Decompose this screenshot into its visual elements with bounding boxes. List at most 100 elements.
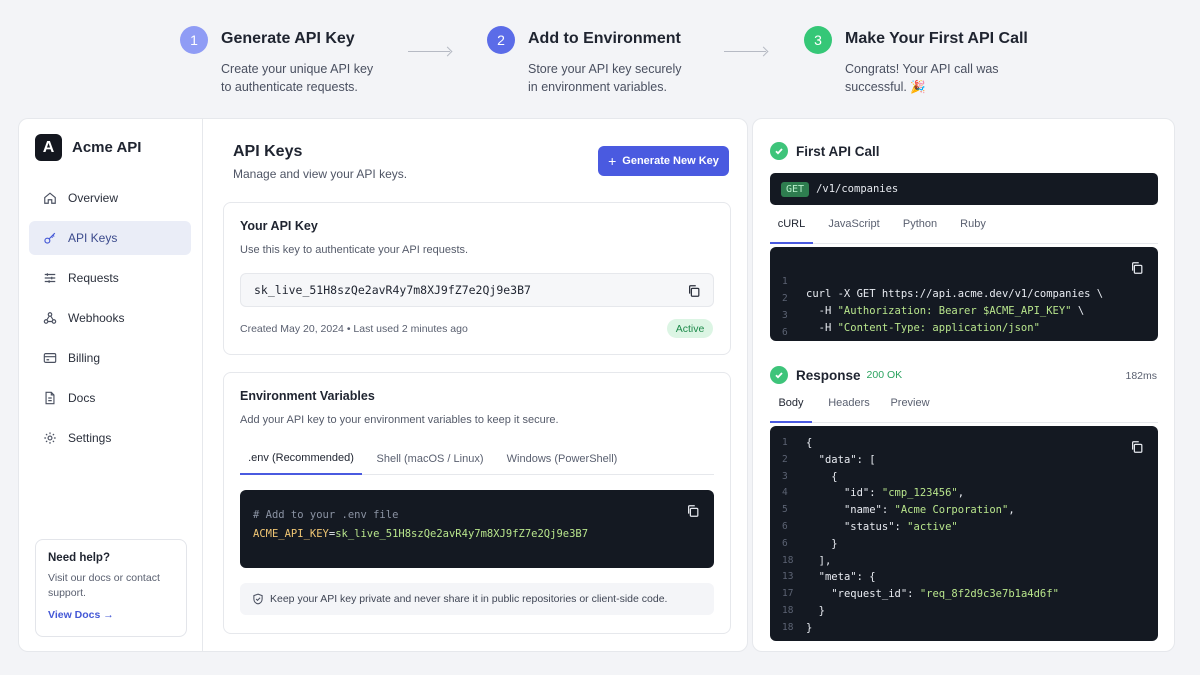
sidebar-item-settings[interactable]: Settings	[29, 421, 191, 455]
line-text: ],	[806, 554, 832, 567]
app-logo[interactable]: A Acme API	[35, 134, 141, 161]
sidebar-item-docs[interactable]: Docs	[29, 381, 191, 415]
tab-curl[interactable]: cURL	[770, 218, 813, 244]
security-note: Keep your API key private and never shar…	[240, 583, 714, 615]
line-text: }	[806, 537, 838, 550]
line-text: "status": "active"	[806, 521, 958, 533]
http-method-badge: GET	[781, 181, 810, 197]
first-call-title: First API Call	[796, 143, 880, 159]
code-line: 1 curl -X GET https://api.acme.dev/v1/co…	[770, 264, 1103, 300]
code-string: "req_8f2d9c3e7b1a4d6f"	[919, 588, 1059, 601]
code-token: }	[806, 621, 813, 634]
code-token: \	[1071, 305, 1085, 317]
env-code-block: # Add to your .env file ACME_API_KEY=sk_…	[240, 490, 714, 568]
line-number: 5	[782, 504, 788, 516]
line-text: }	[806, 622, 812, 634]
tab-headers[interactable]: Headers	[822, 397, 876, 423]
code-token: }	[806, 537, 838, 550]
line-text: {	[806, 471, 837, 483]
sidebar: A Acme API Overview API Keys Requests We…	[18, 118, 202, 652]
document-icon	[45, 391, 55, 405]
status-badge: Active	[667, 319, 713, 338]
credit-card-icon	[43, 353, 57, 363]
help-card: Need help? Visit our docs or contact sup…	[35, 539, 187, 637]
code-string: "Acme Corporation"	[894, 504, 1009, 517]
home-icon	[44, 192, 56, 204]
api-key-field[interactable]: sk_live_51H8szQe2avR4y7m8XJ9fZ7e2Qj9e3B7	[240, 273, 714, 307]
tab-body[interactable]: Body	[770, 397, 812, 423]
step-description: Store your API key securely in environme…	[528, 62, 682, 94]
line-number: 18	[782, 605, 794, 616]
step-title: Add to Environment	[528, 30, 681, 47]
code-key: "data"	[818, 453, 857, 466]
code-token: ],	[806, 554, 832, 567]
step-number: 1	[180, 26, 208, 54]
endpoint-bar: GET /v1/companies	[770, 173, 1158, 205]
copy-icon[interactable]	[687, 284, 701, 298]
code-string: "active"	[907, 521, 958, 533]
code-line: 6	[770, 315, 808, 338]
sidebar-item-label: Billing	[68, 351, 101, 365]
sidebar-item-label: Docs	[68, 391, 96, 405]
line-number: 3	[782, 470, 788, 482]
card-subtitle: Add your API key to your environment var…	[240, 414, 559, 426]
line-number: 2	[782, 453, 788, 465]
sidebar-item-billing[interactable]: Billing	[29, 341, 191, 375]
code-token: :	[907, 588, 920, 601]
line-text: "name": "Acme Corporation",	[806, 504, 1015, 516]
code-string: "Authorization: Bearer $ACME_API_KEY"	[837, 305, 1072, 317]
arrow-right-icon	[408, 51, 450, 52]
generate-button-label: Generate New Key	[622, 155, 719, 167]
tab-powershell[interactable]: Windows (PowerShell)	[502, 443, 622, 475]
onboarding-steps: 1 Generate API Key Create your unique AP…	[0, 24, 1200, 114]
line-number: 4	[782, 487, 788, 499]
tab-ruby[interactable]: Ruby	[952, 218, 994, 244]
code-token: :	[881, 504, 895, 517]
sidebar-item-label: Webhooks	[68, 311, 125, 325]
response-header: Response 200 OK	[770, 366, 902, 384]
endpoint-path: /v1/companies	[816, 183, 899, 195]
line-text: "meta": {	[806, 571, 876, 583]
check-circle-icon	[770, 142, 788, 160]
copy-icon[interactable]	[1130, 440, 1144, 454]
code-token: ,	[1008, 504, 1015, 517]
sidebar-item-requests[interactable]: Requests	[29, 261, 191, 295]
arrow-right-icon	[724, 51, 766, 52]
line-text: "request_id": "req_8f2d9c3e7b1a4d6f"	[806, 588, 1059, 600]
language-tabs: cURL JavaScript Python Ruby	[770, 218, 1158, 244]
sidebar-item-label: API Keys	[68, 231, 118, 245]
tab-env[interactable]: .env (Recommended)	[240, 443, 362, 475]
code-token: {	[806, 437, 813, 449]
webhook-icon	[43, 312, 57, 324]
code-token: : [	[856, 453, 876, 466]
copy-icon[interactable]	[1130, 261, 1144, 275]
generate-new-key-button[interactable]: + Generate New Key	[598, 146, 729, 176]
sidebar-item-webhooks[interactable]: Webhooks	[29, 301, 191, 335]
sidebar-item-api-keys[interactable]: API Keys	[29, 221, 191, 255]
logo-mark: A	[35, 134, 62, 161]
copy-icon[interactable]	[686, 504, 700, 518]
tab-python[interactable]: Python	[894, 218, 946, 244]
code-key: "status"	[843, 521, 895, 533]
response-code-block: 1 {2 "data": [3 {4 "id": "cmp_123456", 5 "…	[770, 426, 1158, 641]
step-title: Generate API Key	[221, 30, 355, 47]
tab-preview[interactable]: Preview	[884, 397, 936, 423]
api-key-value: sk_live_51H8szQe2avR4y7m8XJ9fZ7e2Qj9e3B7	[254, 283, 531, 297]
sidebar-item-overview[interactable]: Overview	[29, 181, 191, 215]
card-title: Your API Key	[240, 219, 318, 233]
tab-shell[interactable]: Shell (macOS / Linux)	[370, 443, 490, 475]
sidebar-item-label: Settings	[68, 431, 112, 445]
response-latency: 182ms	[1125, 370, 1157, 382]
view-docs-link[interactable]: View Docs →	[48, 609, 174, 621]
line-number: 13	[782, 571, 794, 583]
tab-javascript[interactable]: JavaScript	[820, 218, 888, 244]
line-number: 6	[782, 521, 788, 532]
api-key-meta: Created May 20, 2024 • Last used 2 minut…	[240, 323, 468, 335]
first-call-header: First API Call	[770, 142, 880, 160]
page-subtitle: Manage and view your API keys.	[233, 167, 408, 181]
